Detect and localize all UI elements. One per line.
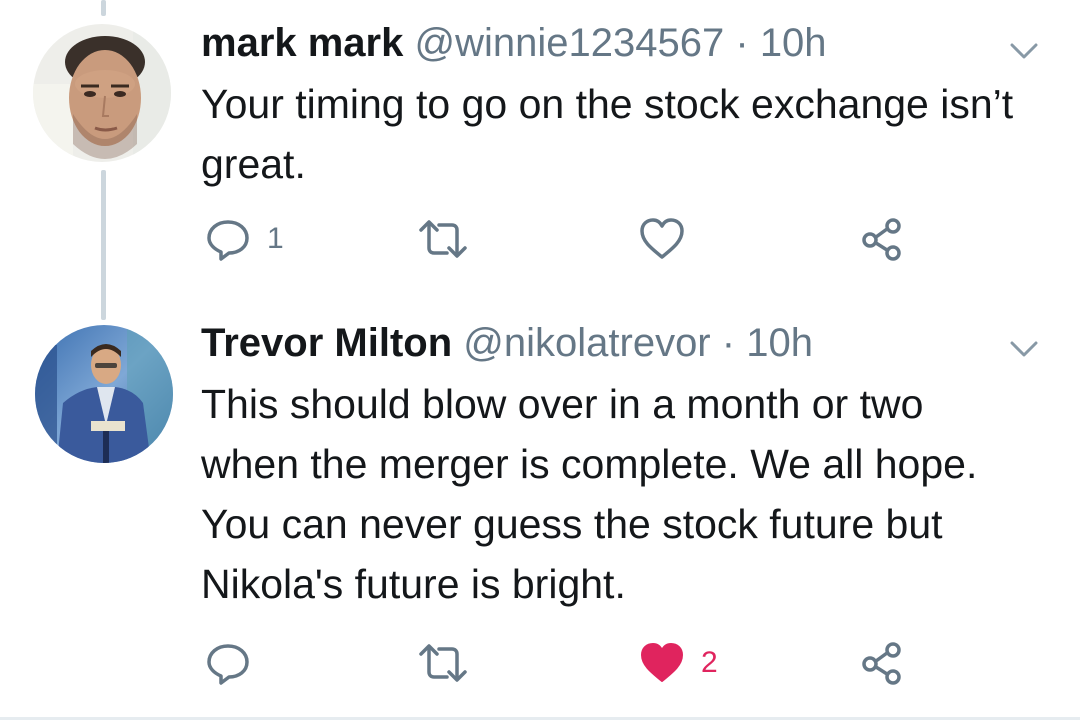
retweet-button[interactable]: [415, 214, 485, 264]
author-name[interactable]: mark mark: [201, 21, 403, 65]
thread-line-connector: [101, 170, 106, 320]
retweet-button[interactable]: [415, 638, 485, 688]
tweet-actions: 2: [201, 638, 961, 688]
avatar-image: [35, 325, 173, 463]
tweet-menu-button[interactable]: [1004, 36, 1044, 66]
thread-line-top: [101, 0, 106, 16]
share-button[interactable]: [857, 638, 907, 688]
share-icon: [862, 218, 901, 261]
reply-button[interactable]: 1: [203, 214, 284, 264]
share-button[interactable]: [857, 214, 907, 264]
heart-icon: [641, 643, 683, 682]
tweet-text: Your timing to go on the stock exchange …: [201, 81, 1014, 187]
chevron-down-icon: [1010, 43, 1038, 59]
author-handle[interactable]: @winnie1234567: [415, 21, 725, 65]
avatar-mark-mark[interactable]: [33, 24, 171, 162]
tweet-header: mark mark @winnie1234567 · 10h: [201, 20, 1040, 66]
tweet-thread: mark mark @winnie1234567 · 10h Your timi…: [0, 0, 1080, 720]
like-button[interactable]: 2: [637, 638, 718, 688]
timestamp[interactable]: 10h: [760, 21, 827, 65]
tweet-text: This should blow over in a month or two …: [201, 381, 978, 607]
reply-count: 1: [267, 222, 284, 255]
heart-icon: [640, 218, 684, 259]
tweet-header: Trevor Milton @nikolatrevor · 10h: [201, 320, 1040, 366]
retweet-icon: [419, 220, 467, 258]
like-count: 2: [701, 646, 718, 679]
avatar-image: [33, 24, 171, 162]
tweet-actions: 1: [201, 214, 961, 264]
author-name[interactable]: Trevor Milton: [201, 321, 452, 365]
separator: ·: [721, 321, 736, 365]
avatar-trevor-milton[interactable]: [35, 325, 173, 463]
timestamp[interactable]: 10h: [746, 321, 813, 365]
author-handle[interactable]: @nikolatrevor: [463, 321, 710, 365]
reply-icon: [207, 220, 249, 261]
chevron-down-icon: [1010, 341, 1038, 357]
like-button[interactable]: [637, 214, 701, 264]
share-icon: [862, 642, 901, 685]
tweet-1[interactable]: mark mark @winnie1234567 · 10h Your timi…: [201, 20, 1040, 194]
tweet-menu-button[interactable]: [1004, 334, 1044, 364]
reply-button[interactable]: [203, 638, 267, 688]
tweet-2[interactable]: Trevor Milton @nikolatrevor · 10h This s…: [201, 320, 1040, 614]
reply-icon: [207, 644, 249, 685]
separator: ·: [735, 21, 749, 65]
retweet-icon: [419, 644, 467, 682]
